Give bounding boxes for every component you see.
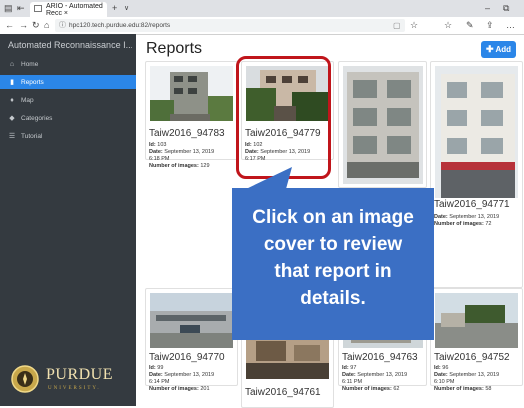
add-button-label: Add [495,45,512,54]
purdue-wordmark: PURDUE [46,366,114,383]
report-card[interactable] [338,61,427,188]
tab-title: ARIO - Automated Recc × [46,2,103,17]
sidebar-item-label: Categories [21,114,53,122]
building-photo [435,293,518,348]
report-meta: Id: 97 Date: September 13, 2019 6:11 PM … [342,365,408,392]
sidebar-item-label: Reports [21,78,44,86]
building-photo [150,66,233,121]
report-card[interactable]: Taiw2016_94783 Id: 103 Date: September 1… [145,61,238,169]
info-icon: ⓘ [59,22,66,29]
building-photo [343,66,423,184]
report-title: Taiw2016_94771 [434,199,510,210]
pen-icon[interactable]: ✎ [466,17,474,34]
sidebar [0,34,136,406]
report-meta: Date: September 13, 2019 Number of image… [434,214,500,227]
favorite-icon[interactable]: ☆ [410,17,418,34]
report-card[interactable]: Taiw2016_94752 Id: 96 Date: September 13… [430,288,523,392]
tab-menu-icon[interactable]: ▤ [4,0,13,17]
address-bar[interactable]: ⓘ hpc120.tech.purdue.edu:82/reports [55,19,405,32]
map-marker-icon: ♦ [10,96,14,104]
report-cover-image[interactable] [246,337,329,379]
tag-icon: ◆ [9,115,15,122]
report-title: Taiw2016_94763 [342,352,418,363]
purdue-subtext: UNIVERSITY. [48,386,101,391]
restore-icon[interactable]: ⧉ [503,0,509,17]
callout-text: Click on an image cover to review that r… [252,207,414,309]
favorites-bar-icon[interactable]: ☆ [444,17,452,34]
report-meta: Id: 103 Date: September 13, 2019 6:18 PM… [149,142,215,169]
report-cover-image[interactable] [343,66,423,184]
app-brand[interactable]: Automated Reconnaissance I... [8,40,132,54]
sidebar-item-home[interactable]: ⌂ Home [0,57,136,71]
share-icon[interactable]: ⇪ [486,17,494,34]
report-card[interactable]: Taiw2016_94771 Date: September 13, 2019 … [430,61,523,288]
report-cover-image[interactable] [150,293,233,348]
report-title: Taiw2016_94761 [245,387,321,398]
refresh-icon[interactable]: ↻ [32,17,40,34]
building-photo [246,337,329,379]
report-cover-image[interactable] [150,66,233,121]
report-title: Taiw2016_94783 [149,128,225,139]
building-photo [435,66,518,198]
plus-icon: ✚ [485,44,494,54]
page-icon [34,5,42,12]
highlight-frame [236,56,331,179]
minimize-icon[interactable]: – [485,0,490,17]
report-title: Taiw2016_94752 [434,352,510,363]
page-title: Reports [146,40,203,57]
back-icon[interactable]: ← [5,17,14,34]
url-text: hpc120.tech.purdue.edu:82/reports [69,22,171,29]
purdue-logo: PURDUE UNIVERSITY. [10,360,130,400]
forward-icon[interactable]: → [19,17,28,34]
sidebar-item-label: Tutorial [21,132,43,140]
report-cover-image[interactable] [435,66,518,198]
sidebar-item-label: Home [21,60,39,68]
report-meta: Id: 99 Date: September 13, 2019 6:14 PM … [149,365,215,392]
sidebar-item-tutorial[interactable]: ☰ Tutorial [0,129,136,143]
tab-list-icon[interactable]: ∨ [124,0,129,17]
new-tab-icon[interactable]: + [112,0,117,17]
report-card[interactable]: Taiw2016_94770 Id: 99 Date: September 13… [145,288,238,392]
purdue-seal-icon [11,365,39,393]
sidebar-item-reports[interactable]: ▮ Reports [0,75,136,89]
list-icon: ☰ [8,133,16,140]
callout-pointer [246,167,292,189]
add-report-button[interactable]: ✚ Add [481,41,516,58]
building-photo [150,293,233,348]
report-card[interactable]: Taiw2016_94761 [241,332,334,408]
report-title: Taiw2016_94770 [149,352,225,363]
tutorial-callout: Click on an image cover to review that r… [232,167,434,340]
home-browser-icon[interactable]: ⌂ [44,17,49,34]
home-icon: ⌂ [9,60,15,68]
sidebar-item-categories[interactable]: ◆ Categories [0,111,136,125]
more-icon[interactable]: … [506,17,515,34]
tab-back-icon[interactable]: ⇤ [17,0,25,17]
report-meta: Id: 96 Date: September 13, 2019 6:10 PM … [434,365,500,392]
sidebar-item-map[interactable]: ♦ Map [0,93,136,107]
report-cover-image[interactable] [435,293,518,348]
file-icon: ▮ [10,79,14,86]
reading-view-icon[interactable]: ▢ [393,17,401,34]
browser-tab[interactable]: ARIO - Automated Recc × [30,2,107,17]
sidebar-item-label: Map [21,96,34,104]
